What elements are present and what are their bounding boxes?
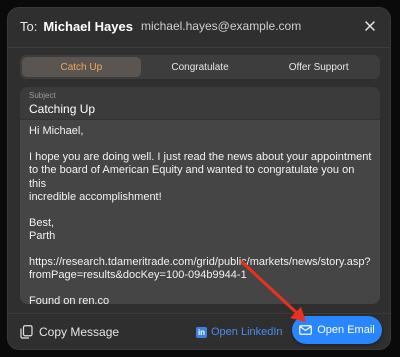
copy-message-button[interactable]: Copy Message — [20, 323, 119, 341]
recipient-header: To: Michael Hayes michael.hayes@example.… — [8, 8, 390, 44]
email-body-panel[interactable]: Subject Catching Up Hi Michael, I hope y… — [20, 87, 380, 304]
subject-value: Catching Up — [29, 102, 96, 116]
template-tabs: Catch Up Congratulate Offer Support — [20, 55, 380, 79]
copy-message-label: Copy Message — [39, 325, 120, 339]
copy-icon — [20, 325, 33, 339]
open-linkedin-label: Open LinkedIn — [211, 326, 283, 338]
open-email-button[interactable]: Open Email — [292, 316, 382, 344]
message-signature: Parth — [29, 230, 56, 242]
message-line: I hope you are doing well. I just read t… — [29, 150, 372, 163]
close-button[interactable] — [360, 16, 380, 36]
linkedin-icon: in — [196, 326, 207, 338]
recipient-name: Michael Hayes — [43, 18, 133, 34]
mail-icon — [299, 325, 313, 335]
message-signoff: Best, — [29, 216, 55, 229]
message-url: https://research.tdameritrade.com/grid/p… — [29, 255, 371, 268]
subject-label: Subject — [29, 91, 56, 100]
footer-divider — [8, 313, 390, 314]
message-greeting: Hi Michael, — [29, 125, 84, 137]
message-line: incredible accomplishment! — [29, 191, 162, 203]
message-url: fromPage=results&docKey=100-094b9944-1 — [29, 269, 247, 281]
subject-field[interactable]: Subject Catching Up — [20, 87, 380, 120]
tab-catch-up[interactable]: Catch Up — [22, 57, 141, 77]
open-linkedin-button[interactable]: in Open LinkedIn — [196, 323, 283, 341]
open-email-label: Open Email — [317, 324, 375, 336]
tab-offer-support[interactable]: Offer Support — [259, 57, 378, 77]
email-compose-dialog: To: Michael Hayes michael.hayes@example.… — [7, 7, 391, 350]
tab-congratulate[interactable]: Congratulate — [141, 57, 260, 77]
to-label: To: — [20, 18, 38, 34]
message-line: to the board of American Equity and want… — [29, 164, 355, 190]
message-source: Found on ren.co — [29, 294, 110, 305]
message-body[interactable]: Hi Michael, I hope you are doing well. I… — [29, 125, 374, 304]
close-icon — [365, 21, 375, 31]
recipient-email: michael.hayes@example.com — [140, 19, 302, 33]
header-divider — [8, 47, 390, 48]
